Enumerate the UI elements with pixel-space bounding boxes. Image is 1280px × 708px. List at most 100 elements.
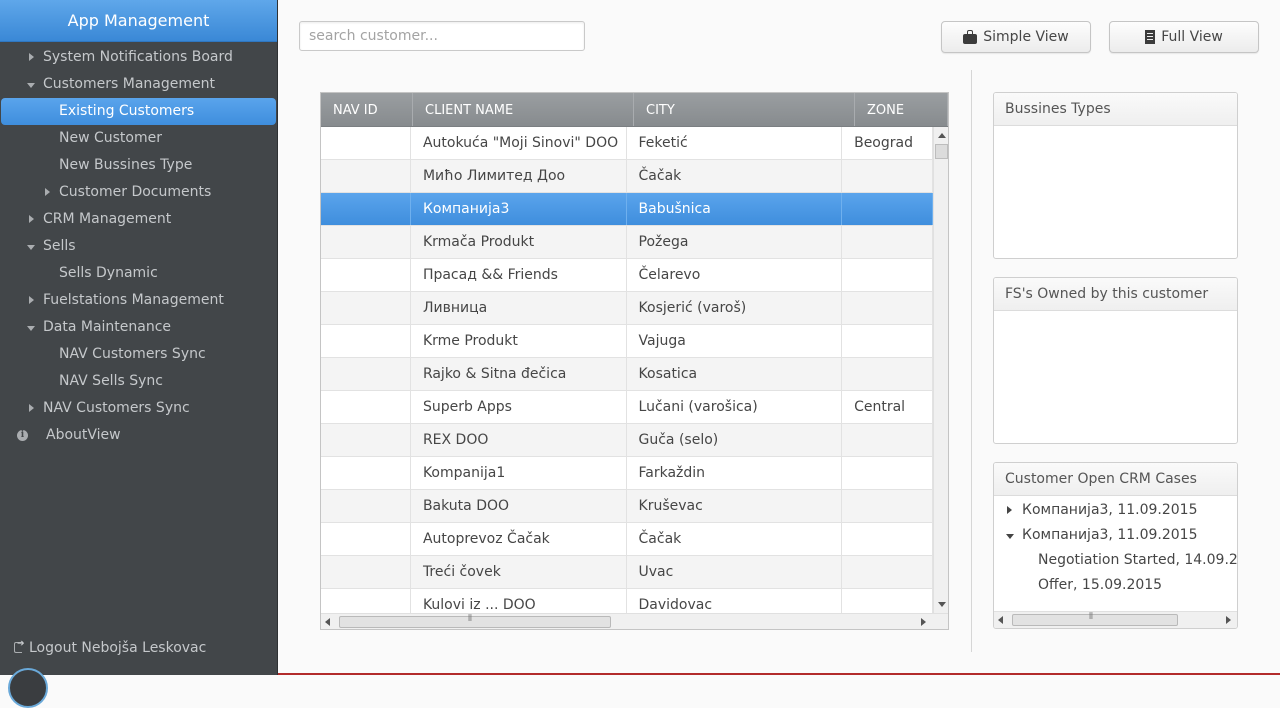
simple-view-button[interactable]: Simple View <box>941 21 1091 53</box>
sidebar-item[interactable]: CRM Management <box>0 206 277 233</box>
scroll-down-arrow-icon[interactable] <box>938 602 946 607</box>
cell-city: Feketić <box>627 127 843 159</box>
sidebar-item-label: Sells Dynamic <box>59 265 158 281</box>
caret-down-icon[interactable] <box>27 233 37 260</box>
search-input[interactable] <box>299 21 585 51</box>
sidebar-item[interactable]: NAV Customers Sync <box>0 395 277 422</box>
table-row[interactable]: Ливница Kosjerić (varoš) <box>321 292 933 325</box>
table-row[interactable]: Kulovi iz ... DOO Davidovac <box>321 589 933 613</box>
crm-horizontal-scrollbar[interactable] <box>994 611 1237 628</box>
grid-horizontal-scrollbar[interactable] <box>321 613 948 629</box>
sidebar-item[interactable]: Data Maintenance <box>0 314 277 341</box>
table-row[interactable]: Rajko & Sitna đečica Kosatica <box>321 358 933 391</box>
caret-right-icon[interactable] <box>43 179 53 206</box>
sidebar-item[interactable]: New Bussines Type <box>0 152 277 179</box>
scroll-up-arrow-icon[interactable] <box>938 133 946 138</box>
cell-city: Čačak <box>627 523 843 555</box>
tree-node[interactable]: Offer, 15.09.2015 <box>994 573 1237 598</box>
sidebar-item[interactable]: NAV Sells Sync <box>0 368 277 395</box>
scroll-thumb[interactable] <box>935 144 948 159</box>
tree-node-label: Компанија3, 11.09.2015 <box>1022 527 1198 543</box>
table-row[interactable]: Прасад && Friends Čelarevo <box>321 259 933 292</box>
table-row[interactable]: REX DOO Guča (selo) <box>321 424 933 457</box>
cell-city: Guča (selo) <box>627 424 843 456</box>
cell-city: Farkaždin <box>627 457 843 489</box>
column-header-city[interactable]: CITY <box>634 93 855 126</box>
cell-zone <box>842 226 933 258</box>
cell-city: Kruševac <box>627 490 843 522</box>
scroll-left-arrow-icon[interactable] <box>325 618 330 626</box>
cell-nav-id <box>321 490 411 522</box>
sidebar-item[interactable]: Existing Customers <box>1 98 276 125</box>
caret-down-icon[interactable] <box>27 314 37 341</box>
split-divider[interactable] <box>971 70 972 652</box>
caret-down-icon[interactable] <box>1006 523 1014 548</box>
cell-client-name: Компанија3 <box>411 193 627 225</box>
sidebar-item[interactable]: NAV Customers Sync <box>0 341 277 368</box>
table-row[interactable]: Kompanija1 Farkaždin <box>321 457 933 490</box>
table-row[interactable]: Treći čovek Uvac <box>321 556 933 589</box>
table-row[interactable]: Krmača Produkt Požega <box>321 226 933 259</box>
scroll-left-arrow-icon[interactable] <box>998 616 1003 624</box>
column-header-nav-id[interactable]: NAV ID <box>321 93 413 126</box>
cell-zone <box>842 193 933 225</box>
cell-nav-id <box>321 292 411 324</box>
sidebar-item[interactable]: Customers Management <box>0 71 277 98</box>
scroll-thumb[interactable] <box>339 614 611 628</box>
cell-zone: Beograd <box>842 127 933 159</box>
cell-zone <box>842 292 933 324</box>
table-row[interactable]: Компанија3 Babušnica <box>321 193 933 226</box>
table-row[interactable]: Superb Apps Lučani (varošica) Central <box>321 391 933 424</box>
cell-nav-id <box>321 589 411 613</box>
scroll-thumb[interactable] <box>1012 612 1178 626</box>
sidebar-item-label: New Customer <box>59 130 162 146</box>
cell-zone <box>842 424 933 456</box>
sidebar-item[interactable]: i AboutView <box>0 422 277 449</box>
crm-cases-tree: Компанија3, 11.09.2015 Компанија3, 11.09.… <box>994 496 1237 598</box>
table-row[interactable]: Krme Produkt Vajuga <box>321 325 933 358</box>
caret-right-icon[interactable] <box>27 206 37 233</box>
cell-zone <box>842 589 933 613</box>
cell-client-name: Rajko & Sitna đečica <box>411 358 627 390</box>
caret-down-icon[interactable] <box>27 71 37 98</box>
caret-right-icon[interactable] <box>27 287 37 314</box>
caret-right-icon[interactable] <box>27 44 37 71</box>
avatar[interactable] <box>8 668 48 708</box>
sidebar-item[interactable]: Fuelstations Management <box>0 287 277 314</box>
cell-client-name: Krme Produkt <box>411 325 627 357</box>
table-row[interactable]: Autokuća "Moji Sinovi" DOO Feketić Beograd <box>321 127 933 160</box>
cell-client-name: Superb Apps <box>411 391 627 423</box>
cell-nav-id <box>321 523 411 555</box>
scroll-right-arrow-icon[interactable] <box>921 618 926 626</box>
sidebar-item-label: Customer Documents <box>59 184 212 200</box>
sidebar-item[interactable]: New Customer <box>0 125 277 152</box>
briefcase-icon <box>963 29 978 44</box>
sidebar-item[interactable]: System Notifications Board <box>0 44 277 71</box>
column-header-zone[interactable]: ZONE <box>855 93 948 126</box>
cell-nav-id <box>321 457 411 489</box>
column-header-client-name[interactable]: CLIENT NAME <box>413 93 634 126</box>
full-view-button[interactable]: Full View <box>1109 21 1259 53</box>
cell-nav-id <box>321 259 411 291</box>
logout-link[interactable]: Logout Nebojša Leskovac <box>14 639 206 656</box>
cell-city: Čačak <box>627 160 843 192</box>
sidebar-item-label: New Bussines Type <box>59 157 193 173</box>
grid-vertical-scrollbar[interactable] <box>933 127 948 613</box>
sidebar-item[interactable]: Customer Documents <box>0 179 277 206</box>
tree-node[interactable]: Компанија3, 11.09.2015 <box>994 498 1237 523</box>
scroll-right-arrow-icon[interactable] <box>1226 616 1231 624</box>
sidebar-item[interactable]: Sells <box>0 233 277 260</box>
sidebar-item-label: Sells <box>43 238 76 254</box>
table-row[interactable]: Autoprevoz Čačak Čačak <box>321 523 933 556</box>
sidebar-item-label: Data Maintenance <box>43 319 172 335</box>
caret-right-icon[interactable] <box>27 395 37 422</box>
tree-node-label: Offer, 15.09.2015 <box>1038 577 1163 593</box>
cell-nav-id <box>321 193 411 225</box>
tree-node[interactable]: Negotiation Started, 14.09.2015 <box>994 548 1237 573</box>
tree-node[interactable]: Компанија3, 11.09.2015 <box>994 523 1237 548</box>
caret-right-icon[interactable] <box>1006 498 1014 523</box>
table-row[interactable]: Миħо Лимитед Доо Čačak <box>321 160 933 193</box>
sidebar-item-label: Fuelstations Management <box>43 292 224 308</box>
table-row[interactable]: Bakuta DOO Kruševac <box>321 490 933 523</box>
sidebar-item[interactable]: Sells Dynamic <box>0 260 277 287</box>
